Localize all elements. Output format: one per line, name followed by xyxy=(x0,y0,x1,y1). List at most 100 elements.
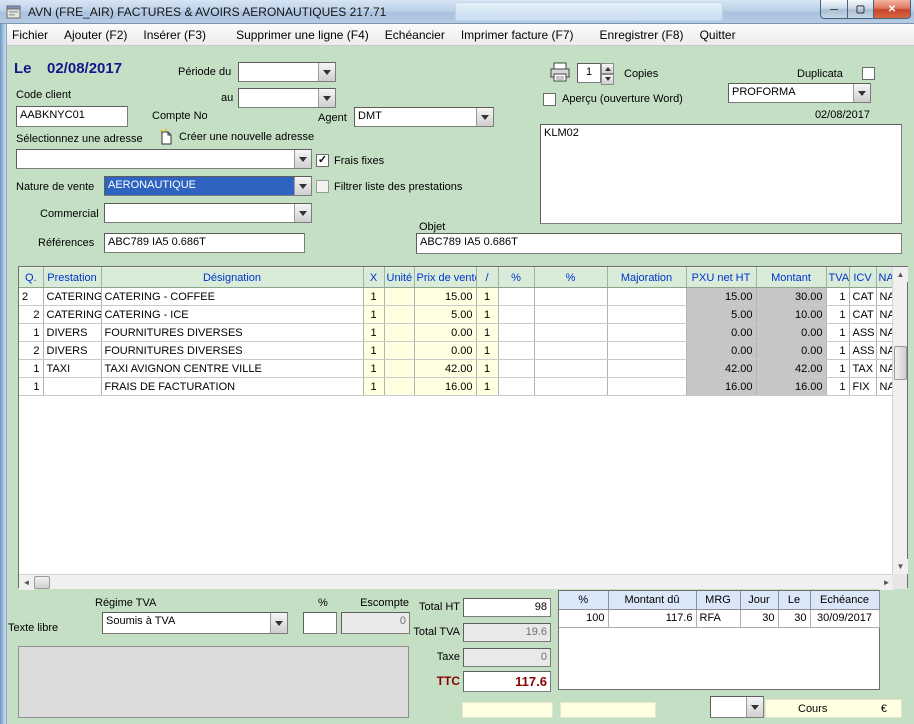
apercu-checkbox[interactable] xyxy=(543,93,556,106)
cell-montant[interactable]: 10.00 xyxy=(756,306,826,324)
cell-unite[interactable] xyxy=(384,306,414,324)
cell-pxu[interactable]: 0.00 xyxy=(686,342,756,360)
cell-pct2[interactable] xyxy=(534,342,607,360)
menu-item-enregistrer[interactable]: Enregistrer (F8) xyxy=(592,26,692,44)
menu-item-ajouter[interactable]: Ajouter (F2) xyxy=(56,26,135,44)
menu-item-inserer[interactable]: Insérer (F3) xyxy=(135,26,214,44)
cell-unite[interactable] xyxy=(384,360,414,378)
cell-icv[interactable]: CAT xyxy=(849,306,876,324)
cell-pxu[interactable]: 16.00 xyxy=(686,378,756,396)
cell-majoration[interactable] xyxy=(607,324,686,342)
cell-icv[interactable]: CAT xyxy=(849,288,876,306)
cell-x[interactable]: 1 xyxy=(363,306,384,324)
cell-slash[interactable]: 1 xyxy=(476,288,498,306)
menu-item-imprimer-facture[interactable]: Imprimer facture (F7) xyxy=(453,26,582,44)
spinner-down-icon[interactable] xyxy=(601,74,614,85)
cell-pxu[interactable]: 0.00 xyxy=(686,324,756,342)
cell-slash[interactable]: 1 xyxy=(476,360,498,378)
menu-item-fichier[interactable]: Fichier xyxy=(4,26,56,44)
duplicata-checkbox[interactable] xyxy=(862,67,875,80)
cell-slash[interactable]: 1 xyxy=(476,306,498,324)
regime-tva-combo[interactable]: Soumis à TVA xyxy=(102,612,288,634)
cell-q[interactable]: 2 xyxy=(19,306,43,324)
cell-tva[interactable]: 1 xyxy=(826,360,849,378)
cell-prestation[interactable]: DIVERS xyxy=(43,324,101,342)
chevron-down-icon[interactable] xyxy=(318,63,335,81)
ech-cell-jour[interactable]: 30 xyxy=(740,609,778,627)
au-combo[interactable] xyxy=(238,88,336,108)
horizontal-scroll-thumb[interactable] xyxy=(34,576,50,589)
cell-q[interactable]: 2 xyxy=(19,342,43,360)
cell-designation[interactable]: TAXI AVIGNON CENTRE VILLE xyxy=(101,360,363,378)
chevron-down-icon[interactable] xyxy=(318,89,335,107)
menu-item-supprimer-ligne[interactable]: Supprimer une ligne (F4) xyxy=(228,26,377,44)
cell-x[interactable]: 1 xyxy=(363,360,384,378)
cell-icv[interactable]: FIX xyxy=(849,378,876,396)
scroll-down-icon[interactable]: ▼ xyxy=(893,559,908,574)
cell-prix[interactable]: 0.00 xyxy=(414,342,476,360)
cell-prestation[interactable]: DIVERS xyxy=(43,342,101,360)
cell-pxu[interactable]: 15.00 xyxy=(686,288,756,306)
cell-prix[interactable]: 5.00 xyxy=(414,306,476,324)
cell-icv[interactable]: ASS xyxy=(849,342,876,360)
printer-icon[interactable] xyxy=(549,62,571,82)
devise-combo[interactable] xyxy=(710,696,764,718)
chevron-down-icon[interactable] xyxy=(270,613,287,633)
cell-tva[interactable]: 1 xyxy=(826,306,849,324)
cell-prestation[interactable]: CATERING - xyxy=(43,288,101,306)
cell-x[interactable]: 1 xyxy=(363,378,384,396)
cell-pct1[interactable] xyxy=(498,324,534,342)
cell-unite[interactable] xyxy=(384,288,414,306)
copies-input[interactable]: 1 xyxy=(577,63,601,83)
cell-q[interactable]: 1 xyxy=(19,378,43,396)
cell-prestation[interactable]: TAXI xyxy=(43,360,101,378)
cell-prix[interactable]: 42.00 xyxy=(414,360,476,378)
commercial-combo[interactable] xyxy=(104,203,312,223)
cell-designation[interactable]: FRAIS DE FACTURATION xyxy=(101,378,363,396)
grid-vertical-scrollbar[interactable]: ▲ ▼ xyxy=(892,267,907,574)
ttc-input[interactable]: 117.6 xyxy=(463,671,551,692)
vertical-scroll-thumb[interactable] xyxy=(894,346,907,380)
cell-slash[interactable]: 1 xyxy=(476,378,498,396)
chevron-down-icon[interactable] xyxy=(294,177,311,195)
cell-icv[interactable]: ASS xyxy=(849,324,876,342)
cell-pct2[interactable] xyxy=(534,288,607,306)
objet-input[interactable]: ABC789 IA5 0.686T xyxy=(416,233,902,254)
cell-icv[interactable]: TAX xyxy=(849,360,876,378)
notes-textarea[interactable]: KLM02 xyxy=(540,124,902,224)
cell-pct2[interactable] xyxy=(534,378,607,396)
ech-cell-mrg[interactable]: RFA xyxy=(696,609,740,627)
cell-designation[interactable]: FOURNITURES DIVERSES xyxy=(101,342,363,360)
cell-pct1[interactable] xyxy=(498,306,534,324)
escompte-pct-input[interactable] xyxy=(303,612,337,634)
cell-montant[interactable]: 16.00 xyxy=(756,378,826,396)
cell-pct2[interactable] xyxy=(534,306,607,324)
texte-libre-textarea[interactable] xyxy=(18,646,409,718)
nouvelle-adresse-button[interactable]: Créer une nouvelle adresse xyxy=(158,128,314,145)
cell-pxu[interactable]: 42.00 xyxy=(686,360,756,378)
frais-fixes-checkbox[interactable] xyxy=(316,154,329,167)
window-titlebar[interactable]: AVN (FRE_AIR) FACTURES & AVOIRS AERONAUT… xyxy=(0,0,914,24)
spinner-up-icon[interactable] xyxy=(601,63,614,74)
cell-slash[interactable]: 1 xyxy=(476,342,498,360)
cell-prix[interactable]: 16.00 xyxy=(414,378,476,396)
ech-cell-pct[interactable]: 100 xyxy=(559,609,608,627)
chevron-down-icon[interactable] xyxy=(294,204,311,222)
cell-pct2[interactable] xyxy=(534,360,607,378)
cell-pct1[interactable] xyxy=(498,288,534,306)
cell-pct1[interactable] xyxy=(498,360,534,378)
nature-vente-combo[interactable]: AERONAUTIQUE xyxy=(104,176,312,196)
cell-prix[interactable]: 15.00 xyxy=(414,288,476,306)
chevron-down-icon[interactable] xyxy=(853,84,870,102)
references-input[interactable]: ABC789 IA5 0.686T xyxy=(104,233,305,253)
cell-tva[interactable]: 1 xyxy=(826,324,849,342)
ech-cell-echeance[interactable]: 30/09/2017 xyxy=(810,609,879,627)
cell-prestation[interactable]: CATERING - xyxy=(43,306,101,324)
agent-combo[interactable]: DMT xyxy=(354,107,494,127)
maximize-button[interactable] xyxy=(847,0,873,19)
minimize-button[interactable] xyxy=(820,0,847,19)
cell-designation[interactable]: CATERING - COFFEE xyxy=(101,288,363,306)
cell-majoration[interactable] xyxy=(607,306,686,324)
cell-montant[interactable]: 30.00 xyxy=(756,288,826,306)
adresse-combo[interactable] xyxy=(16,149,312,169)
